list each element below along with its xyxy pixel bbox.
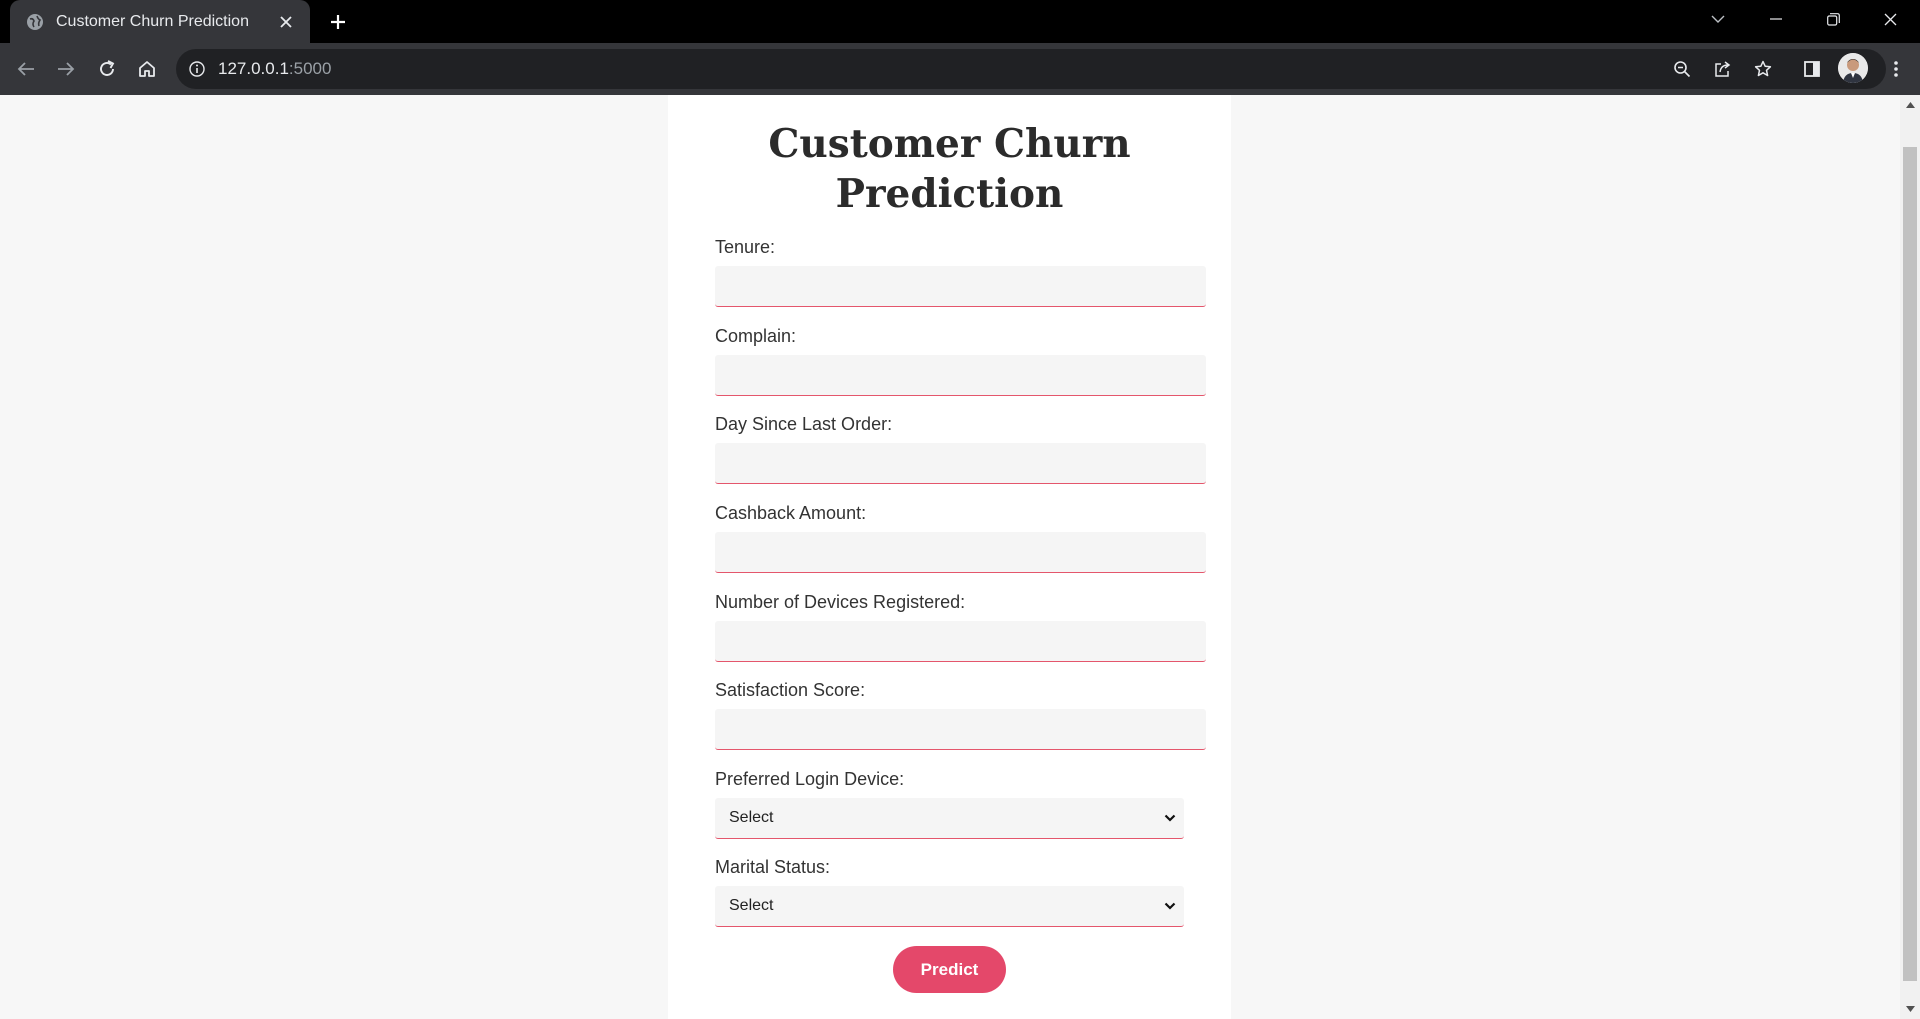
satisfaction-score-input[interactable] bbox=[715, 709, 1206, 750]
tab-title: Customer Churn Prediction bbox=[56, 12, 249, 30]
marital-status-value: Select bbox=[729, 897, 774, 914]
close-icon[interactable] bbox=[1862, 0, 1918, 38]
menu-icon[interactable] bbox=[1882, 55, 1910, 83]
browser-tab[interactable]: Customer Churn Prediction bbox=[10, 0, 310, 43]
day-since-last-order-label: Day Since Last Order: bbox=[715, 414, 893, 434]
info-icon[interactable] bbox=[186, 58, 208, 80]
browser-toolbar: 127.0.0.1:5000 bbox=[0, 43, 1920, 95]
share-icon[interactable] bbox=[1711, 57, 1735, 81]
address-bar[interactable]: 127.0.0.1:5000 bbox=[176, 49, 1886, 89]
cashback-amount-input[interactable] bbox=[715, 532, 1206, 573]
back-arrow-icon[interactable] bbox=[12, 55, 40, 83]
url-text[interactable]: 127.0.0.1:5000 bbox=[218, 59, 331, 79]
url-host: 127.0.0.1 bbox=[218, 59, 289, 78]
page-title-line2: Prediction bbox=[835, 171, 1064, 217]
chevron-down-icon[interactable] bbox=[1690, 0, 1746, 38]
chevron-down-icon bbox=[1162, 898, 1178, 914]
vertical-scrollbar[interactable] bbox=[1900, 95, 1920, 1019]
page-viewport: Customer Churn Prediction Tenure: Compla… bbox=[0, 95, 1920, 1019]
tab-strip: Customer Churn Prediction bbox=[0, 0, 1920, 43]
tenure-input[interactable] bbox=[715, 266, 1206, 307]
globe-icon bbox=[26, 13, 44, 31]
satisfaction-score-label: Satisfaction Score: bbox=[715, 680, 866, 700]
zoom-icon[interactable] bbox=[1670, 57, 1694, 81]
reload-icon[interactable] bbox=[93, 55, 121, 83]
day-since-last-order-input[interactable] bbox=[715, 443, 1206, 484]
complain-input[interactable] bbox=[715, 355, 1206, 396]
devices-registered-input[interactable] bbox=[715, 621, 1206, 662]
preferred-login-device-value: Select bbox=[729, 809, 774, 826]
tenure-label: Tenure: bbox=[715, 237, 776, 257]
scroll-down-arrow-icon[interactable] bbox=[1900, 999, 1920, 1019]
scroll-up-arrow-icon[interactable] bbox=[1900, 95, 1920, 115]
forward-arrow-icon[interactable] bbox=[52, 55, 80, 83]
prediction-form-card: Customer Churn Prediction Tenure: Compla… bbox=[668, 95, 1231, 1019]
minimize-icon[interactable] bbox=[1748, 0, 1804, 38]
side-panel-icon[interactable] bbox=[1798, 55, 1826, 83]
cashback-amount-label: Cashback Amount: bbox=[715, 503, 867, 523]
page-title: Customer Churn Prediction bbox=[668, 119, 1231, 219]
avatar[interactable] bbox=[1838, 53, 1868, 83]
url-port: :5000 bbox=[288, 59, 332, 78]
chevron-down-icon bbox=[1162, 810, 1178, 826]
plus-icon[interactable] bbox=[324, 8, 352, 36]
home-icon[interactable] bbox=[133, 55, 161, 83]
scrollbar-thumb[interactable] bbox=[1903, 147, 1917, 981]
preferred-login-device-label: Preferred Login Device: bbox=[715, 769, 905, 789]
star-icon[interactable] bbox=[1751, 57, 1775, 81]
marital-status-label: Marital Status: bbox=[715, 857, 831, 877]
preferred-login-device-select[interactable]: Select bbox=[715, 798, 1184, 839]
marital-status-select[interactable]: Select bbox=[715, 886, 1184, 927]
predict-button[interactable]: Predict bbox=[893, 946, 1006, 993]
close-icon[interactable] bbox=[274, 10, 298, 34]
page-title-line1: Customer Churn bbox=[768, 121, 1131, 167]
complain-label: Complain: bbox=[715, 326, 797, 346]
restore-icon[interactable] bbox=[1805, 0, 1861, 38]
devices-registered-label: Number of Devices Registered: bbox=[715, 592, 966, 612]
